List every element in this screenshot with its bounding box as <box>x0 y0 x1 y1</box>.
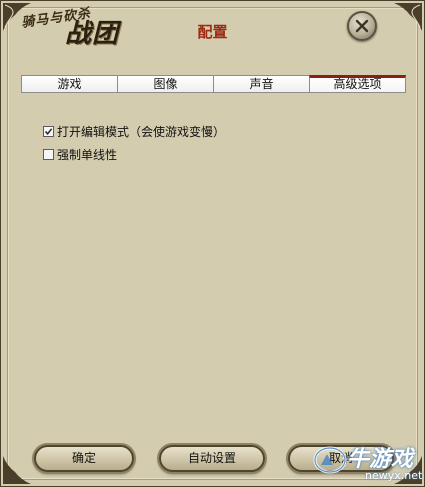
tab-game[interactable]: 游戏 <box>21 75 117 93</box>
ok-button[interactable]: 确定 <box>34 445 134 472</box>
option-single-thread[interactable]: 强制单线性 <box>43 147 225 162</box>
single-thread-label: 强制单线性 <box>57 147 118 162</box>
checkmark-icon <box>44 127 53 135</box>
tab-advanced[interactable]: 高级选项 <box>309 75 406 93</box>
close-icon <box>355 19 369 33</box>
cancel-button[interactable]: 取消 <box>288 445 394 472</box>
single-thread-checkbox[interactable] <box>43 148 54 160</box>
edit-mode-label: 打开编辑模式（会使游戏变慢） <box>57 124 226 139</box>
config-dialog: 骑马与砍杀 战团 配置 游戏 图像 声音 高级选项 打开编辑模式（会使游戏变慢）… <box>0 0 425 487</box>
auto-config-button[interactable]: 自动设置 <box>159 445 265 472</box>
advanced-options: 打开编辑模式（会使游戏变慢） 强制单线性 <box>43 124 225 170</box>
close-button[interactable] <box>347 11 377 41</box>
option-edit-mode[interactable]: 打开编辑模式（会使游戏变慢） <box>43 124 226 139</box>
tab-graphics[interactable]: 图像 <box>117 75 213 93</box>
edit-mode-checkbox[interactable] <box>43 125 54 137</box>
tab-sound[interactable]: 声音 <box>213 75 309 93</box>
settings-tabs: 游戏 图像 声音 高级选项 <box>21 73 406 93</box>
